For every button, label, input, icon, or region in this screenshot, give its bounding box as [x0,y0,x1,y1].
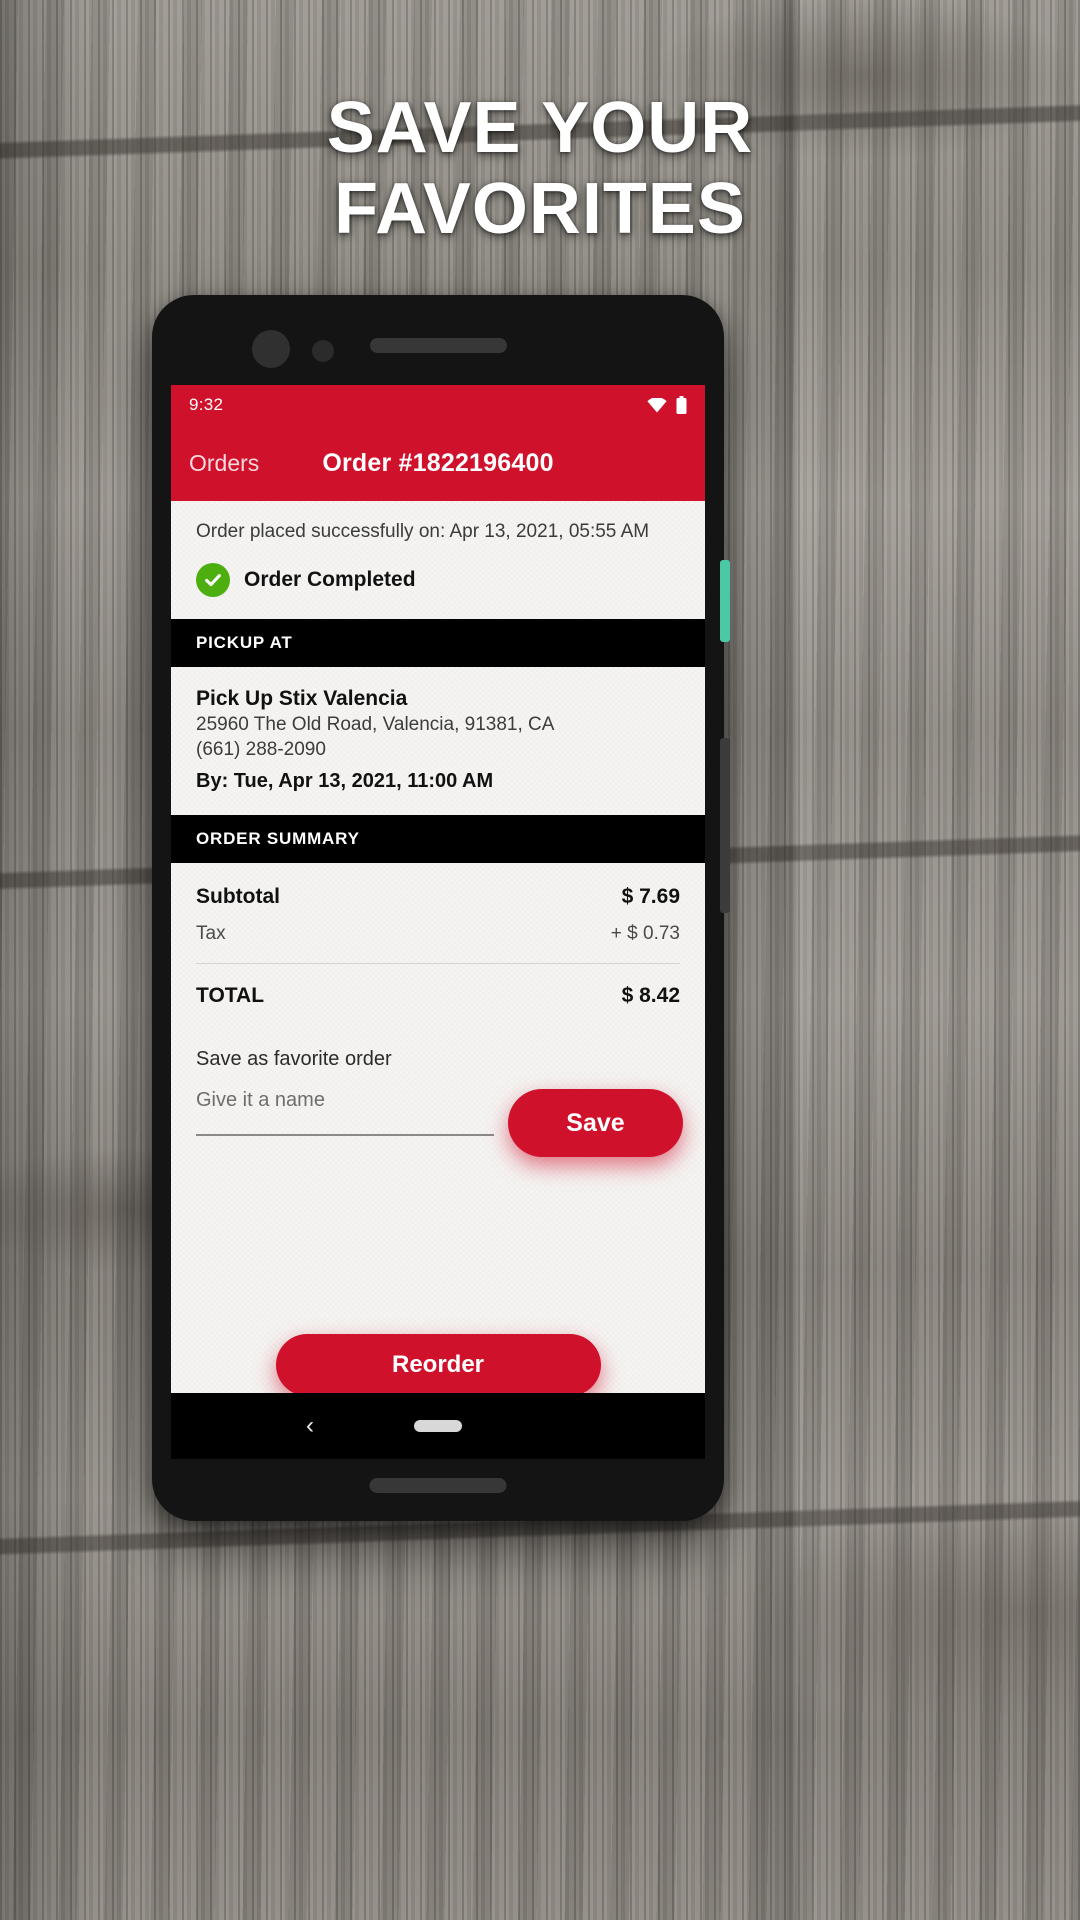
promo-headline: SAVE YOUR FAVORITES [0,88,1080,249]
summary-row-total: TOTAL $ 8.42 [171,964,705,1014]
favorite-name-placeholder: Give it a name [196,1089,325,1111]
home-indicator[interactable] [414,1420,462,1432]
reorder-button[interactable]: Reorder [275,1334,601,1393]
sensor-icon [312,340,334,362]
battery-icon [676,396,687,414]
summary-row-tax: Tax + $ 0.73 [171,915,705,963]
tax-label: Tax [196,923,226,944]
chevron-left-icon[interactable]: ‹ [306,1412,314,1440]
order-status-section: Order placed successfully on: Apr 13, 20… [171,501,705,619]
total-label: TOTAL [196,984,265,1007]
favorite-input-underline [196,1134,494,1136]
back-to-orders-button[interactable]: Orders [189,450,259,477]
status-bar-icons [647,396,687,414]
wifi-icon [647,398,667,413]
volume-button[interactable] [720,738,730,913]
phone-screen: 9:32 Orders Order #1822196400 Order plac… [171,385,705,1393]
total-value: $ 8.42 [621,984,680,1007]
phone-mockup: 9:32 Orders Order #1822196400 Order plac… [152,295,730,1521]
front-camera-icon [252,330,290,368]
bottom-speaker [369,1478,507,1493]
save-favorite-row: Give it a name Save [171,1083,705,1157]
order-placed-text: Order placed successfully on: Apr 13, 20… [196,521,650,542]
order-completed-row: Order Completed [196,563,680,597]
subtotal-label: Subtotal [196,885,280,908]
check-circle-icon [196,563,230,597]
android-nav-bar: ‹ [171,1393,705,1459]
tax-value: + $ 0.73 [610,923,680,944]
order-summary-section: Subtotal $ 7.69 Tax + $ 0.73 TOTAL $ 8.4… [171,863,705,1393]
subtotal-value: $ 7.69 [621,885,680,908]
status-bar-time: 9:32 [189,395,224,414]
promo-headline-line2: FAVORITES [334,168,746,249]
order-summary-section-header: ORDER SUMMARY [171,815,705,863]
order-status-badge: Order Completed [244,568,416,591]
pickup-ready-by: By: Tue, Apr 13, 2021, 11:00 AM [196,770,494,792]
promo-headline-line1: SAVE YOUR [326,88,754,168]
pickup-details: Pick Up Stix Valencia 25960 The Old Road… [171,667,705,815]
save-button[interactable]: Save [508,1089,683,1157]
store-name: Pick Up Stix Valencia [196,687,408,710]
summary-row-subtotal: Subtotal $ 7.69 [171,863,705,915]
status-bar: 9:32 [171,385,705,425]
earpiece-speaker [370,338,507,353]
power-button[interactable] [720,560,730,642]
reorder-button-wrap: Reorder [171,1334,705,1393]
store-address: 25960 The Old Road, Valencia, 91381, CA [196,714,555,735]
favorite-name-input[interactable]: Give it a name [196,1083,494,1136]
save-favorite-title: Save as favorite order [196,1048,392,1070]
store-phone[interactable]: (661) 288-2090 [196,739,680,761]
pickup-section-header: PICKUP AT [171,619,705,667]
app-bar: Orders Order #1822196400 [171,425,705,501]
